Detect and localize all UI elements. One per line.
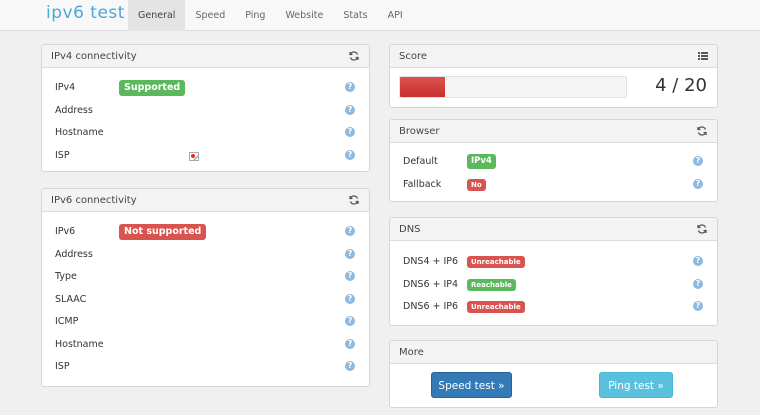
nav-tabs: General Speed Ping Website Stats API bbox=[128, 0, 413, 31]
help-icon[interactable]: ? bbox=[345, 271, 355, 281]
browser-panel-title: Browser bbox=[399, 126, 440, 137]
help-icon[interactable]: ? bbox=[345, 361, 355, 371]
tab-stats[interactable]: Stats bbox=[333, 0, 377, 31]
score-panel-title: Score bbox=[399, 51, 428, 62]
dns4-ip6-badge: Unreachable bbox=[467, 256, 525, 268]
dns-panel-title: DNS bbox=[399, 224, 421, 235]
help-icon[interactable]: ? bbox=[345, 339, 355, 349]
speed-test-button[interactable]: Speed test » bbox=[431, 372, 512, 398]
tab-api[interactable]: API bbox=[378, 0, 413, 31]
refresh-icon[interactable] bbox=[349, 195, 359, 205]
score-progress-fill bbox=[400, 77, 446, 97]
help-icon[interactable]: ? bbox=[345, 316, 355, 326]
row-label: Fallback bbox=[403, 179, 442, 190]
tab-ping[interactable]: Ping bbox=[235, 0, 275, 31]
row-label: ISP bbox=[55, 361, 70, 372]
row-label: DNS4 + IP6 bbox=[403, 256, 459, 267]
browser-fallback-badge: No bbox=[467, 179, 486, 191]
ipv6-row: IPv6 Not supported ? bbox=[42, 222, 369, 242]
row-label: Address bbox=[55, 249, 93, 260]
help-icon[interactable]: ? bbox=[345, 226, 355, 236]
ipv4-status-badge: Supported bbox=[119, 80, 186, 96]
row-label: IPv6 bbox=[55, 226, 76, 237]
row-label: Hostname bbox=[55, 127, 104, 138]
score-value: 4 / 20 bbox=[655, 75, 707, 96]
ipv6-panel-header: IPv6 connectivity bbox=[42, 189, 369, 212]
row-label: DNS6 + IP6 bbox=[403, 301, 459, 312]
ipv6-address-row: Address ? bbox=[42, 245, 369, 265]
dns-panel-header: DNS bbox=[390, 218, 717, 241]
help-icon[interactable]: ? bbox=[693, 301, 703, 311]
help-icon[interactable]: ? bbox=[345, 127, 355, 137]
browser-default-row: Default IPv4 ? bbox=[390, 152, 717, 172]
help-icon[interactable]: ? bbox=[345, 150, 355, 160]
tab-general[interactable]: General bbox=[128, 0, 186, 31]
score-progress-bar bbox=[399, 76, 627, 98]
dns6-ip6-row: DNS6 + IP6 Unreachable ? bbox=[390, 297, 717, 317]
ipv4-address-row: Address ? bbox=[42, 101, 369, 121]
refresh-icon[interactable] bbox=[697, 126, 707, 136]
ipv4-row: IPv4 Supported ? bbox=[42, 78, 369, 98]
browser-panel-header: Browser bbox=[390, 120, 717, 143]
row-label: DNS6 + IP4 bbox=[403, 279, 459, 290]
ping-test-button[interactable]: Ping test » bbox=[599, 372, 673, 398]
top-navbar: ipv6 test General Speed Ping Website Sta… bbox=[0, 0, 760, 31]
browser-fallback-row: Fallback No ? bbox=[390, 175, 717, 195]
help-icon[interactable]: ? bbox=[693, 156, 703, 166]
ipv6-icmp-row: ICMP ? bbox=[42, 312, 369, 332]
row-label: ISP bbox=[55, 150, 70, 161]
dns6-ip6-badge: Unreachable bbox=[467, 301, 525, 313]
tab-website[interactable]: Website bbox=[275, 0, 333, 31]
row-label: ICMP bbox=[55, 316, 79, 327]
row-label: Type bbox=[55, 271, 77, 282]
broken-image-icon bbox=[189, 152, 199, 161]
ipv6-hostname-row: Hostname ? bbox=[42, 335, 369, 355]
help-icon[interactable]: ? bbox=[693, 256, 703, 266]
browser-panel: Browser Default IPv4 ? Fallback No ? bbox=[389, 119, 718, 202]
ipv4-panel-header: IPv4 connectivity bbox=[42, 45, 369, 68]
dns-panel: DNS DNS4 + IP6 Unreachable ? DNS6 + IP4 … bbox=[389, 217, 718, 326]
ipv4-isp-row: ISP ? bbox=[42, 146, 369, 166]
more-panel-title: More bbox=[399, 347, 424, 358]
row-label: Address bbox=[55, 105, 93, 116]
ipv6-panel: IPv6 connectivity IPv6 Not supported ? A… bbox=[41, 188, 370, 387]
ipv6-status-badge: Not supported bbox=[119, 224, 207, 240]
score-panel: Score 4 / 20 bbox=[389, 44, 718, 108]
row-label: Default bbox=[403, 156, 438, 167]
ipv4-hostname-row: Hostname ? bbox=[42, 123, 369, 143]
help-icon[interactable]: ? bbox=[345, 82, 355, 92]
help-icon[interactable]: ? bbox=[693, 279, 703, 289]
refresh-icon[interactable] bbox=[697, 224, 707, 234]
ipv6-panel-title: IPv6 connectivity bbox=[51, 195, 137, 206]
ipv4-panel-title: IPv4 connectivity bbox=[51, 51, 137, 62]
dns6-ip4-badge: Reachable bbox=[467, 279, 516, 291]
ipv6-type-row: Type ? bbox=[42, 267, 369, 287]
more-panel: More Speed test » Ping test » bbox=[389, 340, 718, 408]
refresh-icon[interactable] bbox=[349, 51, 359, 61]
score-panel-header: Score bbox=[390, 45, 717, 68]
dns6-ip4-row: DNS6 + IP4 Reachable ? bbox=[390, 275, 717, 295]
help-icon[interactable]: ? bbox=[345, 105, 355, 115]
ipv6-slaac-row: SLAAC ? bbox=[42, 290, 369, 310]
ipv4-panel: IPv4 connectivity IPv4 Supported ? Addre… bbox=[41, 44, 370, 172]
list-icon[interactable] bbox=[698, 51, 708, 61]
ipv6-isp-row: ISP ? bbox=[42, 357, 369, 377]
row-label: Hostname bbox=[55, 339, 104, 350]
help-icon[interactable]: ? bbox=[345, 249, 355, 259]
browser-default-badge: IPv4 bbox=[467, 154, 496, 169]
brand-logo[interactable]: ipv6 test bbox=[46, 3, 125, 23]
help-icon[interactable]: ? bbox=[693, 179, 703, 189]
row-label: IPv4 bbox=[55, 82, 76, 93]
row-label: SLAAC bbox=[55, 294, 87, 305]
help-icon[interactable]: ? bbox=[345, 294, 355, 304]
dns4-ip6-row: DNS4 + IP6 Unreachable ? bbox=[390, 252, 717, 272]
tab-speed[interactable]: Speed bbox=[185, 0, 235, 31]
more-panel-header: More bbox=[390, 341, 717, 364]
